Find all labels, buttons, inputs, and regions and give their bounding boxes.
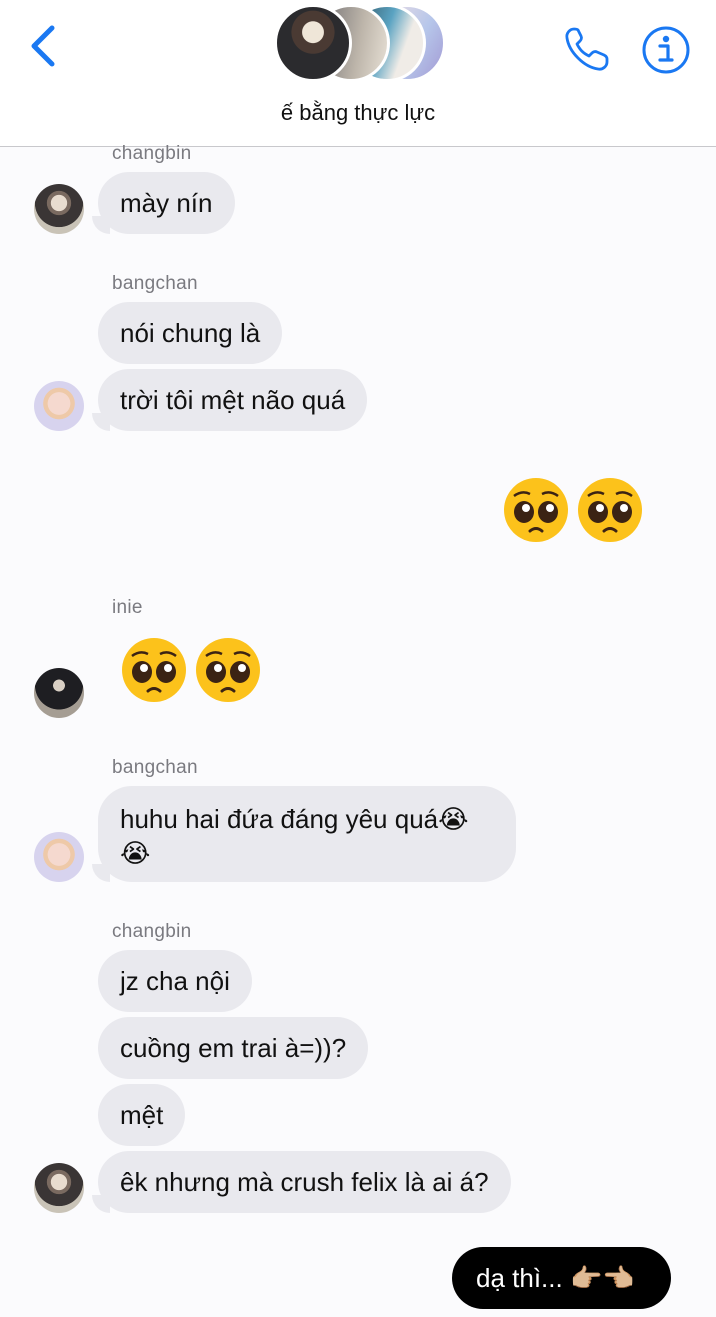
sender-name: bangchan [112,273,198,294]
message-bubble[interactable]: nói chung là [98,302,283,364]
call-button[interactable] [562,24,612,74]
sender-name: inie [112,597,143,618]
message-bubble[interactable]: êk nhưng mà crush felix là ai á? [98,1151,511,1213]
group-avatar-stack[interactable] [274,4,446,84]
phone-icon [565,27,609,71]
sender-name: bangchan [112,757,198,778]
message-bubble[interactable]: huhu hai đứa đáng yêu quá😭😭 [98,786,516,882]
pleading-face-icon [504,478,568,542]
pleading-face-icon [196,638,260,702]
chevron-left-icon [31,25,55,67]
outgoing-emoji-message[interactable] [502,476,646,546]
avatar[interactable] [34,184,84,234]
avatar[interactable] [34,832,84,882]
outgoing-message-text: dạ thì... 👉🏼👈🏼 [476,1263,635,1293]
emoji-message[interactable] [120,636,264,706]
bubble-tail [92,864,110,882]
info-icon [642,26,690,74]
back-button[interactable] [24,24,64,70]
chat-header: ế bằng thực lực [0,0,716,147]
info-button[interactable] [640,24,692,76]
avatar[interactable] [34,381,84,431]
message-bubble[interactable]: cuồng em trai à=))? [98,1017,369,1079]
avatar[interactable] [34,1163,84,1213]
avatar[interactable] [34,668,84,718]
bubble-tail [92,413,110,431]
message-bubble[interactable]: mệt [98,1084,186,1146]
message-bubble[interactable]: jz cha nội [98,950,252,1012]
message-bubble[interactable]: mày nín [98,172,235,234]
group-title[interactable]: ế bằng thực lực [0,100,716,126]
outgoing-message-bubble[interactable]: dạ thì... 👉🏼👈🏼 [452,1247,671,1309]
pleading-face-icon [122,638,186,702]
bubble-tail [92,1195,110,1213]
group-member-avatar [274,4,352,82]
sender-name: changbin [112,143,192,164]
message-bubble[interactable]: trời tôi mệt não quá [98,369,368,431]
pleading-face-icon [578,478,642,542]
sender-name: changbin [112,921,192,942]
bubble-tail [92,216,110,234]
